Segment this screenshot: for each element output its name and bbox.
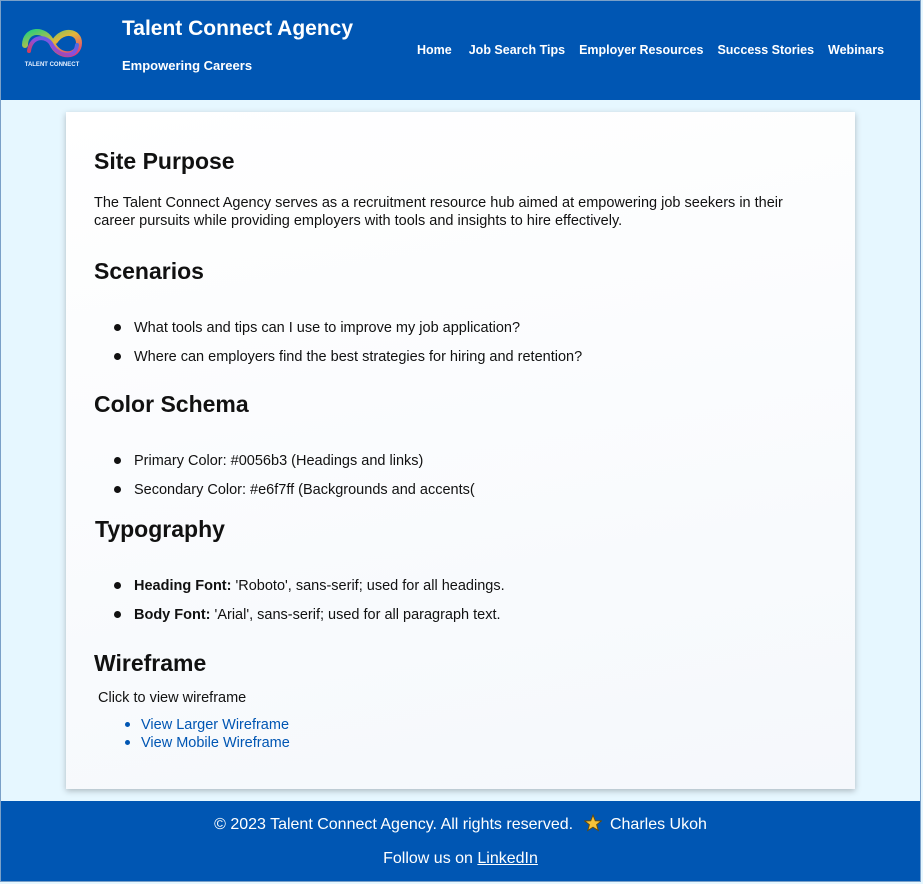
follow-text: Follow us on bbox=[383, 850, 473, 867]
copyright-text: © 2023 Talent Connect Agency. All rights… bbox=[214, 816, 574, 833]
list-item: Primary Color: #0056b3 (Headings and lin… bbox=[106, 452, 475, 481]
site-header: TALENT CONNECT Talent Connect Agency Emp… bbox=[1, 1, 920, 100]
nav-job-search-tips[interactable]: Job Search Tips bbox=[469, 43, 565, 57]
mobile-wireframe-link[interactable]: View Mobile Wireframe bbox=[141, 735, 290, 751]
typography-list: Heading Font: 'Roboto', sans-serif; used… bbox=[106, 577, 505, 635]
list-item: What tools and tips can I use to improve… bbox=[106, 319, 582, 348]
list-item: Heading Font: 'Roboto', sans-serif; used… bbox=[106, 577, 505, 606]
heading-font-value: 'Roboto', sans-serif; used for all headi… bbox=[231, 578, 505, 594]
scenarios-heading: Scenarios bbox=[94, 258, 204, 284]
purpose-text: The Talent Connect Agency serves as a re… bbox=[94, 195, 783, 229]
larger-wireframe-link[interactable]: View Larger Wireframe bbox=[141, 717, 289, 733]
logo-text: TALENT CONNECT bbox=[25, 62, 80, 68]
wireframe-links: View Larger Wireframe View Mobile Wirefr… bbox=[123, 716, 290, 752]
nav-home[interactable]: Home bbox=[417, 43, 452, 57]
heading-font-label: Heading Font: bbox=[134, 578, 232, 594]
list-item: Where can employers find the best strate… bbox=[106, 348, 582, 377]
talent-connect-logo[interactable]: TALENT CONNECT bbox=[15, 21, 89, 79]
main-nav: Home Job Search Tips Employer Resources … bbox=[417, 43, 884, 57]
list-item: Secondary Color: #e6f7ff (Backgrounds an… bbox=[106, 481, 475, 510]
footer-copyright-line: © 2023 Talent Connect Agency. All rights… bbox=[1, 814, 920, 834]
nav-webinars[interactable]: Webinars bbox=[828, 43, 884, 57]
footer-social-line: Follow us on LinkedIn bbox=[1, 850, 920, 868]
site-title: Talent Connect Agency bbox=[122, 17, 354, 40]
star-icon bbox=[583, 814, 602, 832]
site-tagline: Empowering Careers bbox=[122, 58, 253, 73]
nav-employer-resources[interactable]: Employer Resources bbox=[579, 43, 703, 57]
list-item: View Mobile Wireframe bbox=[123, 734, 290, 752]
list-item: Body Font: 'Arial', sans-serif; used for… bbox=[106, 606, 505, 635]
linkedin-link[interactable]: LinkedIn bbox=[477, 850, 538, 867]
purpose-heading: Site Purpose bbox=[94, 148, 235, 174]
scenarios-list: What tools and tips can I use to improve… bbox=[106, 319, 582, 377]
body-font-label: Body Font: bbox=[134, 607, 211, 623]
typography-heading: Typography bbox=[95, 516, 225, 542]
body-font-value: 'Arial', sans-serif; used for all paragr… bbox=[210, 607, 501, 623]
wireframe-heading: Wireframe bbox=[94, 650, 207, 676]
wireframe-caption: Click to view wireframe bbox=[98, 690, 247, 706]
color-schema-heading: Color Schema bbox=[94, 391, 249, 417]
site-footer: © 2023 Talent Connect Agency. All rights… bbox=[1, 801, 920, 881]
author-name: Charles Ukoh bbox=[609, 816, 707, 833]
nav-success-stories[interactable]: Success Stories bbox=[717, 43, 814, 57]
color-list: Primary Color: #0056b3 (Headings and lin… bbox=[106, 452, 475, 510]
list-item: View Larger Wireframe bbox=[123, 716, 290, 734]
content-card: Site Purpose The Talent Connect Agency s… bbox=[66, 112, 855, 789]
